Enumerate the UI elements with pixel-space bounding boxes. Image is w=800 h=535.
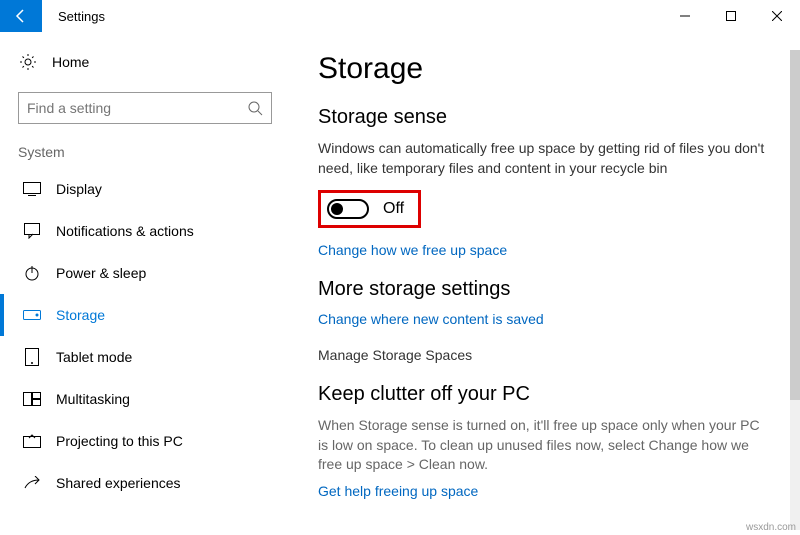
sidebar-item-label: Tablet mode: [56, 349, 132, 365]
gear-icon: [18, 52, 38, 72]
storage-icon: [22, 305, 42, 325]
sidebar-item-label: Display: [56, 181, 102, 197]
minimize-button[interactable]: [662, 0, 708, 32]
sidebar-item-storage[interactable]: Storage: [0, 294, 290, 336]
arrow-left-icon: [13, 8, 29, 24]
maximize-button[interactable]: [708, 0, 754, 32]
page-title: Storage: [318, 52, 772, 86]
window-title: Settings: [58, 9, 105, 24]
sidebar-item-label: Power & sleep: [56, 265, 146, 281]
search-icon: [247, 100, 263, 116]
section-storage-sense-desc: Windows can automatically free up space …: [318, 139, 772, 178]
main-content: Storage Storage sense Windows can automa…: [290, 32, 800, 535]
window-controls: [662, 0, 800, 32]
sidebar-item-label: Projecting to this PC: [56, 433, 183, 449]
tablet-icon: [22, 347, 42, 367]
sidebar-item-display[interactable]: Display: [0, 168, 290, 210]
titlebar: Settings: [0, 0, 800, 32]
toggle-state-label: Off: [383, 200, 404, 218]
sidebar-item-label: Multitasking: [56, 391, 130, 407]
multitasking-icon: [22, 389, 42, 409]
notifications-icon: [22, 221, 42, 241]
close-button[interactable]: [754, 0, 800, 32]
search-box[interactable]: [18, 92, 272, 124]
sidebar-item-shared[interactable]: Shared experiences: [0, 462, 290, 504]
section-keep-clutter-desc: When Storage sense is turned on, it'll f…: [318, 416, 772, 475]
sidebar-item-label: Storage: [56, 307, 105, 323]
sidebar-item-label: Notifications & actions: [56, 223, 194, 239]
sidebar-item-multitasking[interactable]: Multitasking: [0, 378, 290, 420]
section-more-settings-title: More storage settings: [318, 278, 772, 301]
section-keep-clutter-title: Keep clutter off your PC: [318, 383, 772, 406]
sidebar-home[interactable]: Home: [0, 42, 290, 82]
sidebar: Home System Display Notifications & acti…: [0, 32, 290, 535]
sidebar-item-projecting[interactable]: Projecting to this PC: [0, 420, 290, 462]
sidebar-home-label: Home: [52, 54, 89, 70]
sidebar-item-power[interactable]: Power & sleep: [0, 252, 290, 294]
sidebar-item-label: Shared experiences: [56, 475, 181, 491]
sidebar-category: System: [0, 144, 290, 168]
projecting-icon: [22, 431, 42, 451]
sidebar-item-notifications[interactable]: Notifications & actions: [0, 210, 290, 252]
watermark: wsxdn.com: [746, 522, 796, 533]
scrollbar-thumb[interactable]: [790, 50, 800, 400]
link-manage-storage-spaces[interactable]: Manage Storage Spaces: [318, 347, 772, 363]
storage-sense-toggle[interactable]: [327, 199, 369, 219]
link-change-content-saved[interactable]: Change where new content is saved: [318, 311, 772, 327]
display-icon: [22, 179, 42, 199]
scrollbar[interactable]: [790, 50, 800, 530]
back-button[interactable]: [0, 0, 42, 32]
shared-icon: [22, 473, 42, 493]
section-storage-sense-title: Storage sense: [318, 106, 772, 129]
search-input[interactable]: [27, 100, 247, 116]
link-change-free-up[interactable]: Change how we free up space: [318, 242, 772, 258]
link-get-help-freeing[interactable]: Get help freeing up space: [318, 483, 772, 499]
storage-sense-toggle-highlight: Off: [318, 190, 421, 228]
toggle-knob: [331, 203, 343, 215]
sidebar-item-tablet[interactable]: Tablet mode: [0, 336, 290, 378]
power-icon: [22, 263, 42, 283]
